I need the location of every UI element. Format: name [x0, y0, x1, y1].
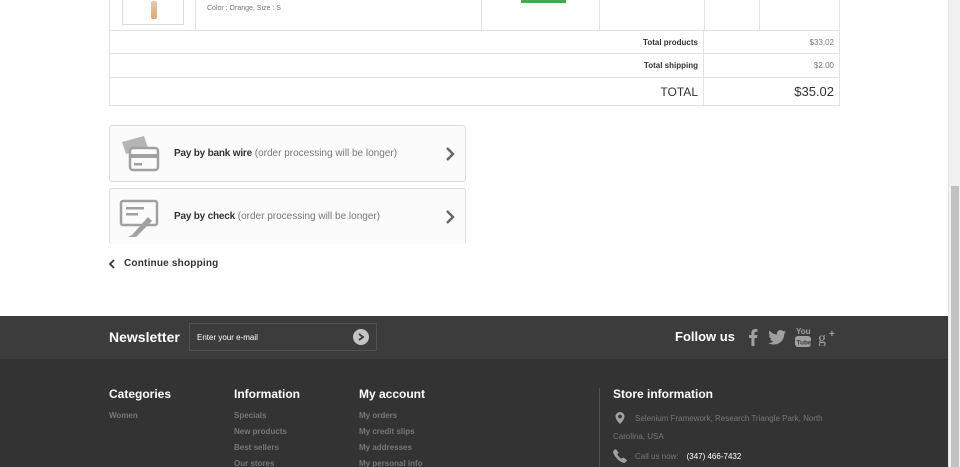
chevron-right-icon — [446, 209, 455, 224]
footer-link-my-addresses[interactable]: My addresses — [359, 440, 425, 456]
product-attributes: Color : Orange, Size : S — [207, 5, 281, 12]
total-label: TOTAL — [110, 78, 704, 105]
my-account-title: My account — [359, 387, 426, 401]
chevron-right-icon — [446, 146, 455, 161]
cart-summary-table: Color : Orange, Size : S Total products … — [109, 0, 840, 106]
store-address-cont: Carolina, USA — [613, 428, 843, 446]
footer-link-my-credit-slips[interactable]: My credit slips — [359, 424, 425, 440]
svg-text:Tube: Tube — [797, 340, 812, 347]
scrollbar-thumb[interactable] — [951, 186, 959, 467]
check-pen-icon — [119, 199, 159, 237]
footer-link-our-stores[interactable]: Our stores — [234, 456, 300, 467]
newsletter-email-input[interactable]: Enter your e-mail — [189, 323, 377, 351]
information-title: Information — [234, 387, 300, 401]
check-text: Pay by check (order processing will be l… — [174, 211, 445, 222]
footer-categories: Categories Women — [109, 387, 171, 424]
total-row: TOTAL $35.02 — [109, 78, 840, 106]
continue-shopping-link[interactable]: Continue shopping — [109, 258, 219, 269]
youtube-icon[interactable]: You Tube — [793, 326, 813, 348]
footer-link-new-products[interactable]: New products — [234, 424, 300, 440]
store-address-line1: Selenium Framework, Research Triangle Pa… — [635, 414, 823, 423]
footer-link-best-sellers[interactable]: Best sellers — [234, 440, 300, 456]
footer-link-my-orders[interactable]: My orders — [359, 408, 425, 424]
check-title: Pay by check — [174, 211, 235, 222]
product-thumbnail[interactable] — [122, 0, 184, 25]
footer-link-specials[interactable]: Specials — [234, 408, 300, 424]
categories-title: Categories — [109, 387, 172, 401]
product-row: Color : Orange, Size : S — [109, 0, 840, 30]
footer-store-information: Store information Selenium Framework, Re… — [613, 387, 843, 463]
footer-links-area: Categories Women Information Specials Ne… — [0, 359, 948, 467]
store-info-title: Store information — [613, 387, 714, 401]
bank-card-icon — [122, 135, 160, 171]
availability-badge — [521, 0, 566, 3]
total-shipping-label: Total shipping — [110, 54, 704, 77]
check-note: (order processing will be longer) — [237, 211, 381, 222]
google-plus-icon[interactable]: g + — [818, 328, 838, 346]
total-products-row: Total products $33.02 — [109, 30, 840, 54]
pay-by-check-button[interactable]: Pay by check (order processing will be l… — [109, 188, 466, 244]
call-us-label: Call us now: — [635, 451, 679, 461]
total-products-label: Total products — [110, 31, 704, 53]
store-address-line2: Carolina, USA — [613, 432, 664, 441]
bankwire-text: Pay by bank wire (order processing will … — [174, 148, 445, 159]
store-phone: Call us now: (347) 466-7432 — [613, 449, 843, 463]
chevron-right-icon — [358, 333, 365, 341]
phone-icon — [613, 449, 627, 463]
total-shipping-row: Total shipping $2.00 — [109, 54, 840, 78]
footer-link-women[interactable]: Women — [109, 408, 171, 424]
newsletter-title: Newsletter — [109, 329, 180, 345]
total-shipping-value: $2.00 — [813, 61, 834, 70]
total-products-value: $33.02 — [809, 37, 834, 47]
facebook-icon[interactable] — [744, 328, 762, 346]
map-pin-icon — [615, 412, 625, 424]
footer-newsletter-band: Newsletter Enter your e-mail Follow us Y… — [0, 316, 948, 359]
pay-by-bankwire-button[interactable]: Pay by bank wire (order processing will … — [109, 125, 466, 182]
total-value: $35.02 — [794, 84, 834, 99]
store-phone-number: (347) 466-7432 — [686, 451, 742, 461]
bankwire-note: (order processing will be longer) — [254, 148, 398, 159]
follow-us-title: Follow us — [675, 329, 735, 344]
svg-text:+: + — [829, 329, 835, 340]
footer-link-my-personal-info[interactable]: My personal info — [359, 456, 425, 467]
newsletter-submit-button[interactable] — [353, 329, 369, 345]
continue-shopping-label: Continue shopping — [124, 258, 219, 269]
footer-my-account: My account My orders My credit slips My … — [359, 387, 425, 467]
bankwire-title: Pay by bank wire — [174, 148, 252, 159]
footer-divider — [599, 388, 600, 467]
chevron-left-icon — [109, 258, 115, 269]
twitter-icon[interactable] — [768, 328, 786, 346]
footer-information: Information Specials New products Best s… — [234, 387, 300, 467]
svg-text:g: g — [818, 330, 826, 346]
page-scrollbar[interactable] — [948, 0, 960, 467]
svg-text:You: You — [796, 327, 811, 336]
store-address: Selenium Framework, Research Triangle Pa… — [613, 410, 843, 428]
